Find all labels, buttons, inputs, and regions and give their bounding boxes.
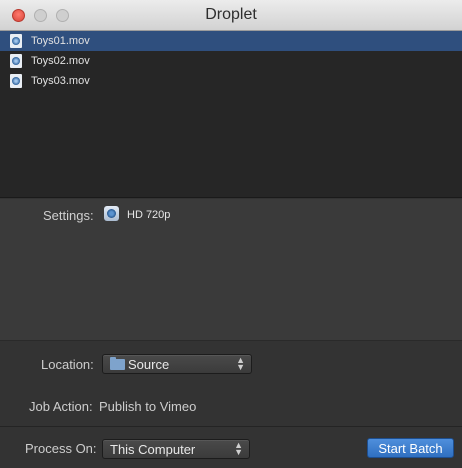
divider (0, 426, 462, 427)
folder-icon (110, 356, 125, 370)
movie-file-icon (10, 54, 22, 68)
settings-panel: Settings: HD 720p (0, 199, 462, 341)
file-name: Toys01.mov (31, 35, 90, 47)
droplet-window: Droplet Toys01.mov Toys02.mov Toys03.mov… (0, 0, 462, 468)
title-bar: Droplet (0, 0, 462, 31)
location-label: Location: (41, 357, 94, 372)
start-batch-button[interactable]: Start Batch (367, 438, 454, 458)
file-row[interactable]: Toys03.mov (0, 71, 462, 91)
process-on-label: Process On: (25, 441, 97, 456)
process-on-value: This Computer (110, 441, 196, 457)
file-list[interactable]: Toys01.mov Toys02.mov Toys03.mov (0, 31, 462, 198)
file-row[interactable]: Toys01.mov (0, 31, 462, 51)
file-row[interactable]: Toys02.mov (0, 51, 462, 71)
file-name: Toys03.mov (31, 75, 90, 87)
movie-file-icon (10, 34, 22, 48)
popup-arrows-icon: ▲ ▼ (234, 440, 243, 457)
window-title: Droplet (205, 6, 257, 23)
job-action-value: Publish to Vimeo (99, 399, 197, 414)
movie-file-icon (10, 74, 22, 88)
file-name: Toys02.mov (31, 55, 90, 67)
process-on-popup[interactable]: This Computer ▲ ▼ (102, 439, 250, 459)
batch-controls: Location: Source ▲ ▼ Job Action: Publish … (0, 342, 462, 468)
job-action-label: Job Action: (29, 399, 93, 414)
compressor-setting-icon (104, 206, 119, 221)
location-popup[interactable]: Source ▲ ▼ (102, 354, 252, 374)
settings-value[interactable]: HD 720p (127, 209, 170, 221)
location-value: Source (128, 356, 170, 372)
settings-label: Settings: (43, 208, 94, 223)
popup-arrows-icon: ▲ ▼ (236, 355, 245, 372)
